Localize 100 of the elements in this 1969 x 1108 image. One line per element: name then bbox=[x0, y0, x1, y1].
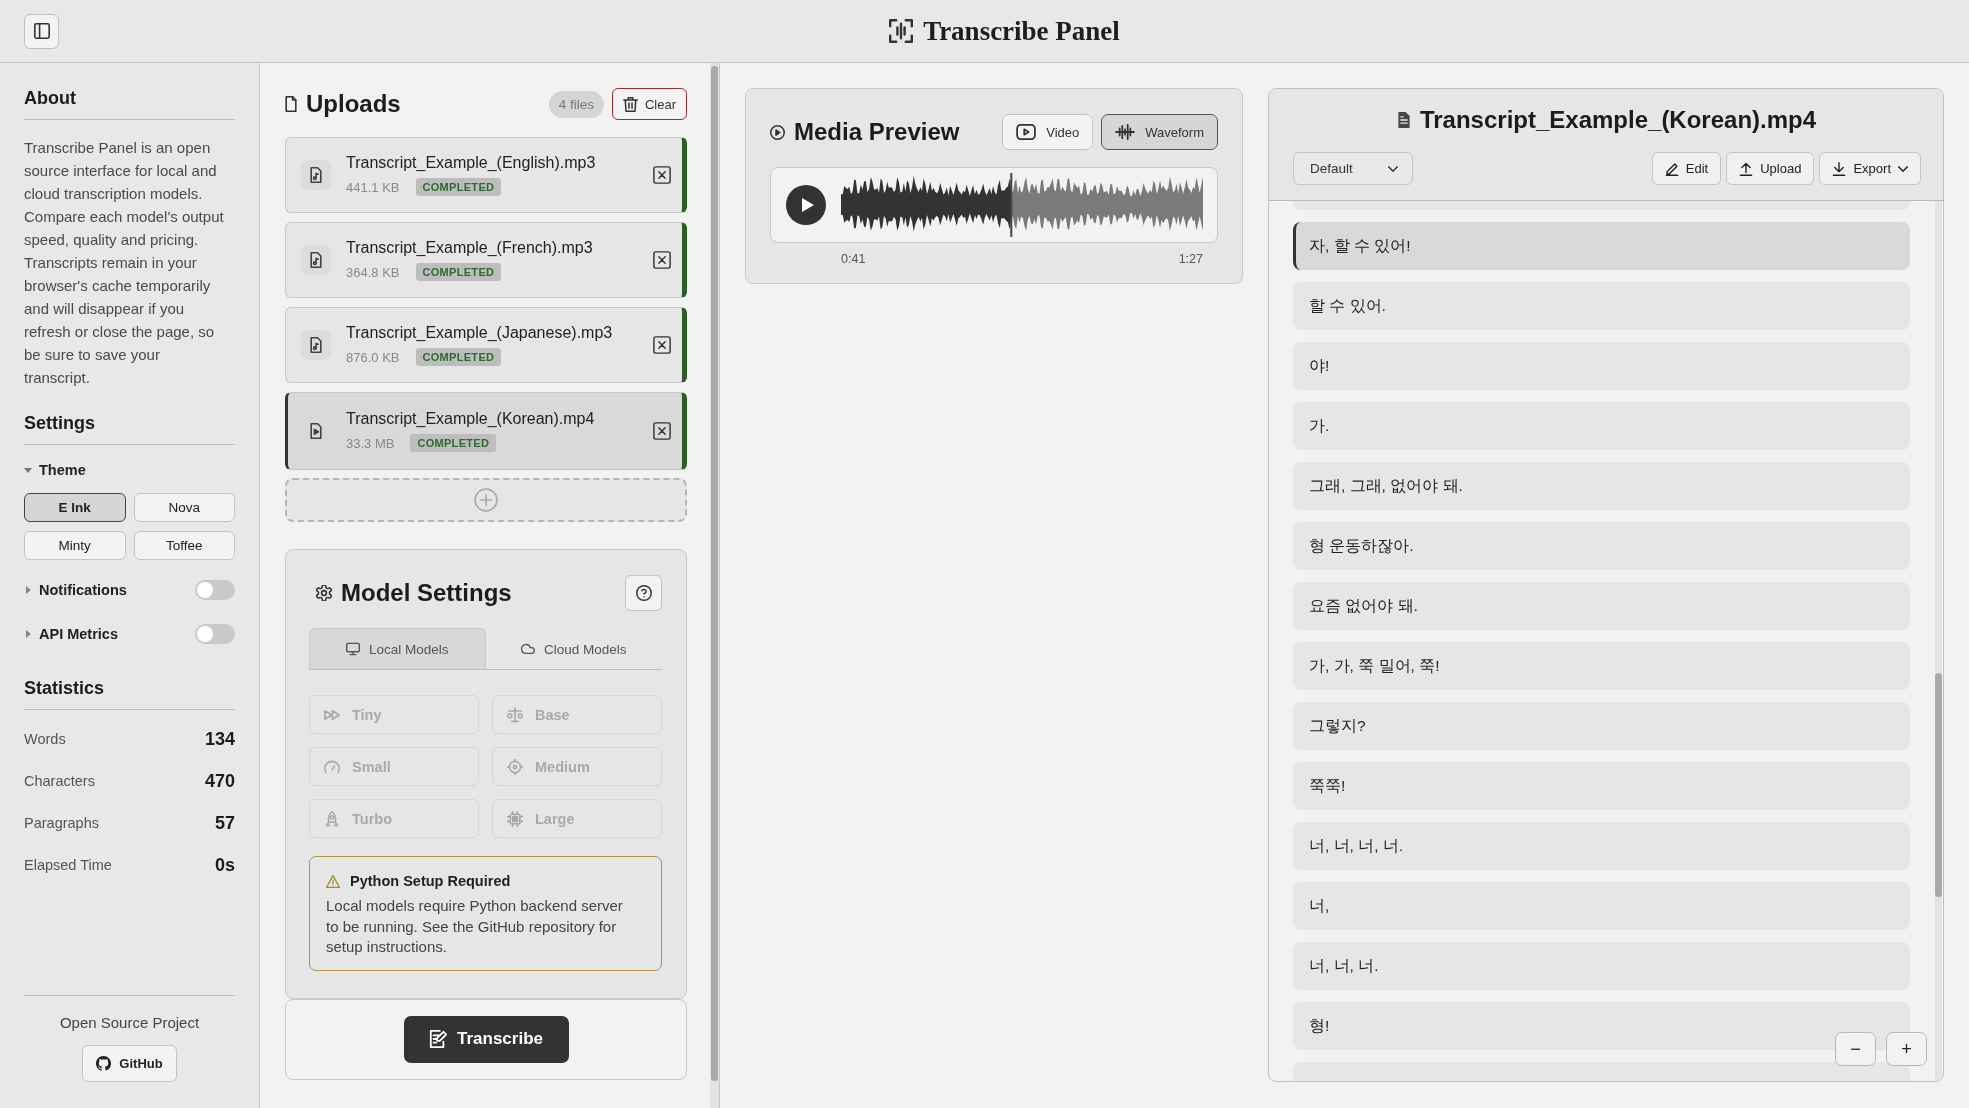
remove-file-button[interactable] bbox=[653, 166, 671, 184]
remove-file-button[interactable] bbox=[653, 336, 671, 354]
stat-value: 470 bbox=[204, 770, 235, 792]
section-heading: About bbox=[24, 87, 235, 120]
theme-option[interactable]: Nova bbox=[133, 493, 235, 522]
file-size: 876.0 KB bbox=[346, 349, 400, 365]
remove-file-button[interactable] bbox=[653, 251, 671, 269]
panel-title: Uploads bbox=[306, 89, 401, 119]
file-count-badge: 4 files bbox=[548, 90, 604, 118]
crosshair-icon bbox=[507, 758, 523, 775]
transcript-segment[interactable]: 야! bbox=[1293, 342, 1910, 390]
scrollbar[interactable] bbox=[1935, 201, 1942, 1081]
transcribe-button[interactable]: Transcribe bbox=[403, 1015, 569, 1063]
theme-option[interactable]: E Ink bbox=[24, 493, 126, 522]
model-tab[interactable]: Local Models bbox=[309, 628, 486, 669]
duration: 1:27 bbox=[1178, 251, 1203, 267]
file-card[interactable]: Transcript_Example_(French).mp3 364.8 KB COMPLETED bbox=[285, 222, 687, 298]
upload-icon bbox=[1739, 161, 1754, 176]
zoom-out-button[interactable]: − bbox=[1835, 1032, 1876, 1066]
zoom-in-button[interactable]: + bbox=[1886, 1032, 1927, 1066]
close-icon bbox=[653, 422, 671, 440]
transcript-segment[interactable]: 그렇지? bbox=[1293, 702, 1910, 750]
status-badge: COMPLETED bbox=[410, 434, 497, 452]
stat-label: Words bbox=[24, 731, 66, 747]
transcript-title: Transcript_Example_(Korean).mp4 bbox=[1419, 105, 1817, 135]
panel-title: Media Preview bbox=[794, 117, 960, 147]
gauge-icon bbox=[324, 758, 340, 775]
transcript-segment[interactable]: 쭉쭉! bbox=[1293, 762, 1910, 810]
current-time: 0:41 bbox=[841, 251, 866, 267]
panel-title: Model Settings bbox=[341, 578, 512, 608]
model-tab[interactable]: Cloud Models bbox=[485, 628, 662, 669]
file-name: Transcript_Example_(Korean).mp4 bbox=[346, 410, 596, 428]
play-icon bbox=[801, 198, 814, 212]
scale-icon bbox=[507, 706, 523, 723]
document-icon bbox=[1397, 112, 1410, 128]
file-name: Transcript_Example_(English).mp3 bbox=[346, 154, 597, 172]
trash-icon bbox=[622, 96, 638, 112]
transcript-segment[interactable]: 그래, 그래, 없어야 돼. bbox=[1293, 462, 1910, 510]
rocket-icon bbox=[324, 810, 340, 827]
theme-label[interactable]: Theme bbox=[39, 462, 86, 478]
waveform[interactable] bbox=[841, 173, 1203, 237]
notice-title: Python Setup Required bbox=[350, 873, 511, 889]
sidebar-toggle-button[interactable] bbox=[24, 13, 59, 49]
remove-file-button[interactable] bbox=[653, 422, 671, 440]
stat-value: 57 bbox=[214, 812, 235, 834]
music-file-icon bbox=[301, 330, 331, 360]
play-square-icon bbox=[1016, 124, 1037, 140]
export-button[interactable]: Export bbox=[1819, 152, 1921, 185]
plus-circle-icon bbox=[474, 488, 498, 512]
music-file-icon bbox=[301, 245, 331, 275]
help-button[interactable] bbox=[625, 575, 662, 611]
format-dropdown[interactable]: Default bbox=[1293, 152, 1413, 185]
view-mode-button[interactable]: Video bbox=[1002, 114, 1094, 150]
github-button[interactable]: GitHub bbox=[82, 1045, 177, 1082]
file-card[interactable]: Transcript_Example_(Japanese).mp3 876.0 KB COMPLETED bbox=[285, 307, 687, 383]
status-badge: COMPLETED bbox=[415, 348, 502, 366]
file-name: Transcript_Example_(French).mp3 bbox=[346, 239, 594, 257]
chip-icon bbox=[507, 810, 523, 827]
file-name: Transcript_Example_(Japanese).mp3 bbox=[346, 324, 614, 342]
transcript-segment[interactable]: 너, 너, 너. bbox=[1293, 942, 1910, 990]
close-icon bbox=[653, 336, 671, 354]
play-button[interactable] bbox=[786, 185, 826, 225]
transcript-segment[interactable]: 형 운동하잖아. bbox=[1293, 522, 1910, 570]
transcript-segment[interactable]: 자, 할 수 있어! bbox=[1293, 222, 1910, 270]
transcript-segment[interactable]: 너, bbox=[1293, 882, 1910, 930]
clear-button[interactable]: Clear bbox=[611, 88, 687, 120]
transcript-segment[interactable]: 가. bbox=[1293, 402, 1910, 450]
close-icon bbox=[653, 251, 671, 269]
stat-label: Elapsed Time bbox=[24, 857, 112, 873]
file-card[interactable]: Transcript_Example_(English).mp3 441.1 KB COMPLETED bbox=[285, 137, 687, 213]
setting-label[interactable]: API Metrics bbox=[39, 626, 188, 642]
theme-option[interactable]: Toffee bbox=[133, 531, 235, 560]
chevron-down-icon bbox=[1388, 165, 1398, 172]
monitor-icon bbox=[345, 642, 360, 656]
edit-document-icon bbox=[429, 1030, 447, 1048]
setting-label[interactable]: Notifications bbox=[39, 582, 188, 598]
github-icon bbox=[96, 1056, 112, 1071]
transcript-segment[interactable]: 요즘 없어야 돼. bbox=[1293, 582, 1910, 630]
status-badge: COMPLETED bbox=[415, 263, 502, 281]
theme-option[interactable]: Minty bbox=[24, 531, 126, 560]
toggle-switch[interactable] bbox=[195, 580, 235, 600]
section-heading: Settings bbox=[24, 412, 235, 445]
status-badge: COMPLETED bbox=[415, 178, 502, 196]
transcript-segment[interactable]: 할 수 있어. bbox=[1293, 282, 1910, 330]
upload-button[interactable]: Upload bbox=[1726, 152, 1815, 185]
scrollbar[interactable] bbox=[710, 63, 719, 1108]
view-mode-button[interactable]: Waveform bbox=[1101, 114, 1218, 150]
stat-label: Paragraphs bbox=[24, 815, 99, 831]
stat-value: 0s bbox=[214, 854, 235, 876]
notice-text: Local models require Python backend server to be running. See the GitHub repository for setup instructions. bbox=[326, 896, 624, 957]
transcript-segment[interactable]: 너, 너, 너, 너. bbox=[1293, 822, 1910, 870]
play-circle-icon bbox=[770, 124, 785, 140]
help-icon bbox=[635, 585, 652, 601]
file-size: 364.8 KB bbox=[346, 264, 400, 280]
transcript-segment[interactable]: 가, 가, 쭉 밀어, 쭉! bbox=[1293, 642, 1910, 690]
edit-button[interactable]: Edit bbox=[1651, 152, 1722, 185]
toggle-switch[interactable] bbox=[195, 624, 235, 644]
file-card[interactable]: Transcript_Example_(Korean).mp4 33.3 MB COMPLETED bbox=[285, 392, 687, 470]
stat-value: 134 bbox=[204, 728, 235, 750]
pencil-icon bbox=[1664, 161, 1679, 176]
